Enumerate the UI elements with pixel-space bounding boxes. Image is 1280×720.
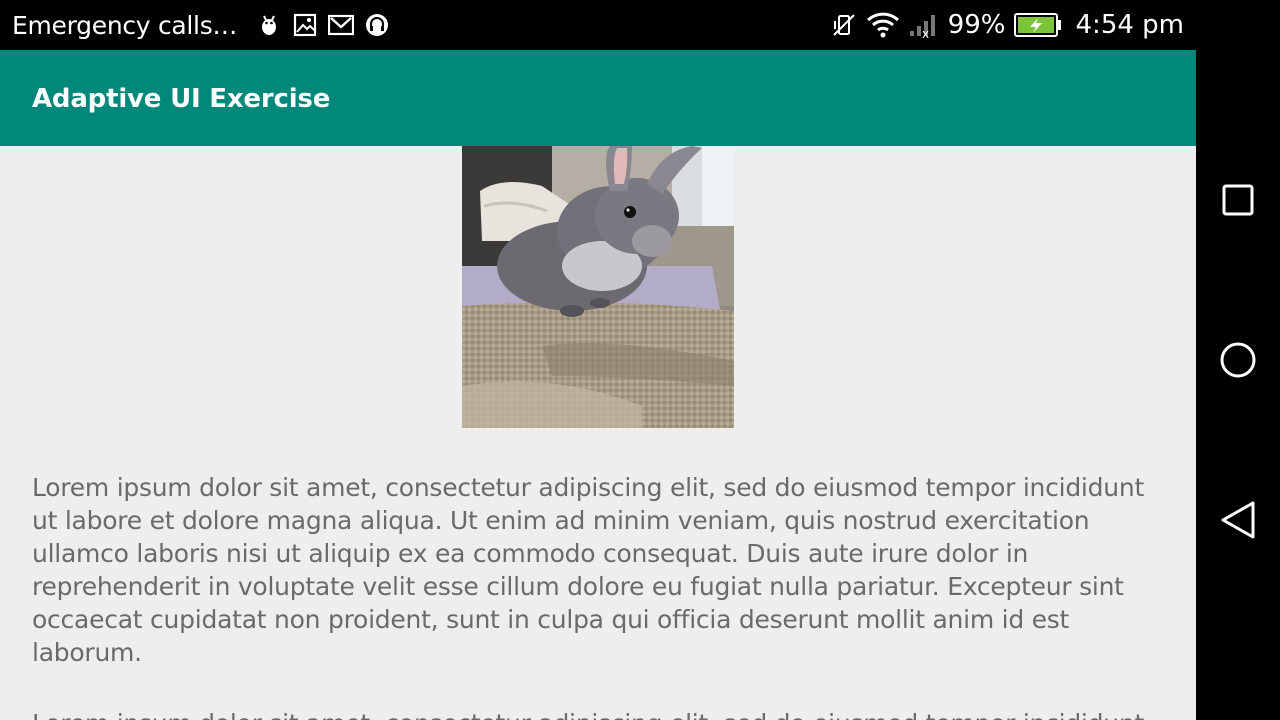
lorem-paragraph: Lorem ipsum dolor sit amet, consectetur … — [32, 707, 1162, 720]
headset-support-icon — [363, 11, 391, 39]
app-title: Adaptive UI Exercise — [32, 84, 331, 114]
lorem-paragraph: Lorem ipsum dolor sit amet, consectetur … — [32, 473, 1144, 667]
notification-icons — [255, 11, 391, 39]
recents-button[interactable] — [1214, 176, 1262, 224]
app-toolbar: Adaptive UI Exercise — [0, 50, 1196, 146]
svg-text:x: x — [922, 27, 929, 39]
square-icon — [1222, 184, 1254, 216]
circle-icon — [1220, 342, 1256, 378]
signal-no-sim-icon: x — [908, 11, 940, 39]
app-screen: Emergency calls… x 99% 4:54 pm Adaptive … — [0, 0, 1196, 720]
system-navigation-bar — [1196, 0, 1280, 720]
status-bar: Emergency calls… x 99% 4:54 pm — [0, 0, 1196, 50]
battery-percent: 99% — [947, 10, 1006, 40]
image-icon — [291, 11, 319, 39]
vibrate-off-icon — [830, 11, 858, 39]
status-bar-right: x 99% 4:54 pm — [830, 0, 1184, 50]
clock: 4:54 pm — [1075, 10, 1184, 40]
android-debug-icon — [255, 11, 283, 39]
wifi-icon — [866, 11, 900, 39]
back-triangle-icon — [1221, 501, 1255, 539]
carrier-status-text: Emergency calls… — [12, 10, 238, 40]
rabbit-photo — [462, 146, 734, 428]
gmail-icon — [327, 11, 355, 39]
battery-charging-icon — [1013, 12, 1062, 38]
home-button[interactable] — [1214, 336, 1262, 384]
back-button[interactable] — [1214, 496, 1262, 544]
scroll-content[interactable]: Lorem ipsum dolor sit amet, consectetur … — [0, 146, 1196, 720]
status-bar-left: Emergency calls… — [12, 0, 391, 50]
